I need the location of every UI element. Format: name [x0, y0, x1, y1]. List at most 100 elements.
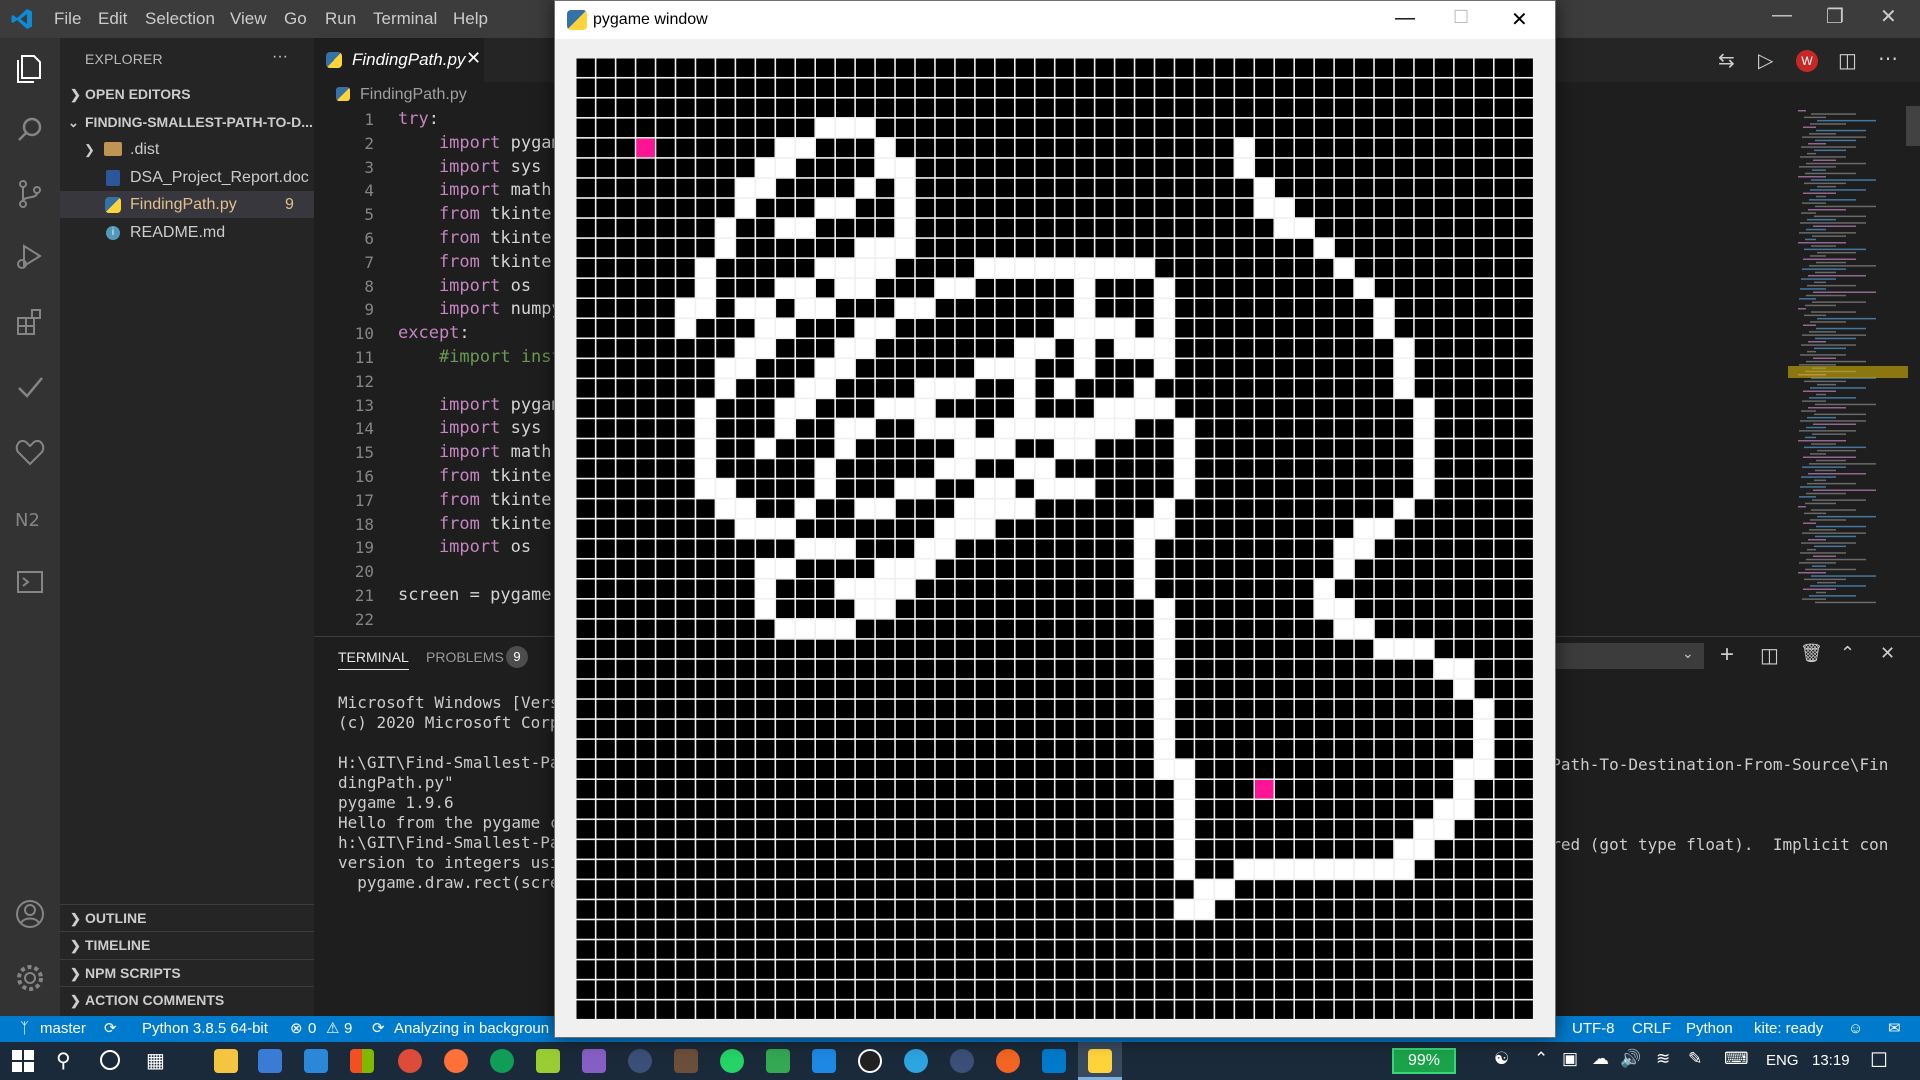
app-icon[interactable]: [812, 1049, 836, 1073]
maximize-icon[interactable]: ☐: [1453, 7, 1469, 28]
mail-icon[interactable]: [304, 1049, 328, 1073]
terminal-output[interactable]: Microsoft Windows [Versi (c) 2020 Microso…: [338, 693, 569, 893]
warning-count[interactable]: 9: [344, 1016, 352, 1042]
close-window-icon[interactable]: ✕: [1880, 4, 1897, 29]
feedback-icon[interactable]: ☺: [1848, 1016, 1863, 1042]
npm-scripts-section[interactable]: ❯ NPM SCRIPTS: [60, 960, 314, 987]
drive-icon[interactable]: [766, 1049, 790, 1073]
menu-run[interactable]: Run: [325, 9, 356, 29]
whatsapp-icon[interactable]: [720, 1049, 744, 1073]
extension-w-icon[interactable]: W: [1796, 50, 1818, 72]
menu-edit[interactable]: Edit: [98, 9, 127, 29]
language-indicator[interactable]: ENG: [1766, 1052, 1799, 1069]
restore-icon[interactable]: ❐: [1826, 4, 1844, 29]
close-window-icon[interactable]: ✕: [1511, 7, 1528, 32]
app-icon[interactable]: [858, 1049, 882, 1073]
app-icon[interactable]: [628, 1049, 652, 1073]
code-area[interactable]: try: import pygam import sys import math…: [398, 108, 562, 632]
account-icon[interactable]: [12, 896, 48, 932]
run-debug-icon[interactable]: [12, 238, 48, 274]
kite-status[interactable]: kite: ready: [1754, 1016, 1823, 1042]
menu-go[interactable]: Go: [284, 9, 307, 29]
pygame-titlebar[interactable]: pygame window — ☐ ✕: [555, 1, 1555, 39]
menu-help[interactable]: Help: [453, 9, 488, 29]
minimap[interactable]: [1788, 106, 1908, 626]
eol-status[interactable]: CRLF: [1632, 1016, 1671, 1042]
onedrive-icon[interactable]: ☁: [1592, 1049, 1609, 1069]
more-actions-icon[interactable]: ⋯: [1878, 46, 1898, 71]
maximize-panel-icon[interactable]: ⌃: [1840, 643, 1855, 664]
clock[interactable]: 13:19: [1812, 1052, 1850, 1069]
n2-icon[interactable]: N2: [12, 500, 48, 536]
app-icon[interactable]: [950, 1049, 974, 1073]
encoding-status[interactable]: UTF-8: [1572, 1016, 1615, 1042]
new-terminal-icon[interactable]: +: [1720, 641, 1734, 669]
more-actions-icon[interactable]: ···: [272, 48, 288, 66]
pygame-taskbar-button[interactable]: [1078, 1042, 1122, 1080]
run-file-icon[interactable]: ▷: [1758, 48, 1773, 73]
telegram-icon[interactable]: [904, 1049, 928, 1073]
checkmark-icon[interactable]: [12, 370, 48, 406]
python-interpreter[interactable]: Python 3.8.5 64-bit: [142, 1016, 268, 1042]
pen-icon[interactable]: ✎: [1688, 1049, 1702, 1069]
terminal-select[interactable]: ⌄: [1554, 643, 1704, 669]
editor-scrollbar[interactable]: [1906, 106, 1920, 146]
visual-studio-icon[interactable]: [582, 1049, 606, 1073]
file-tree-item-report[interactable]: DSA_Project_Report.doc: [60, 164, 314, 191]
battery-indicator[interactable]: 99%: [1392, 1048, 1456, 1074]
minimize-icon[interactable]: —: [1772, 4, 1792, 27]
chevron-up-icon[interactable]: ⌃: [1534, 1049, 1548, 1069]
cortana-icon[interactable]: [100, 1050, 120, 1070]
outline-section[interactable]: ❯ OUTLINE: [60, 905, 314, 932]
keyboard-icon[interactable]: ⌨: [1724, 1049, 1749, 1069]
menu-file[interactable]: File: [54, 9, 81, 29]
explorer-icon[interactable]: [12, 50, 48, 86]
folder-root[interactable]: ⌄ FINDING-SMALLEST-PATH-TO-D...: [60, 109, 314, 136]
settings-gear-icon[interactable]: [12, 960, 48, 996]
tab-terminal[interactable]: TERMINAL: [338, 649, 409, 670]
extensions-icon[interactable]: [12, 304, 48, 340]
source-control-icon[interactable]: [12, 176, 48, 212]
search-icon[interactable]: [12, 112, 48, 148]
menu-terminal[interactable]: Terminal: [373, 9, 437, 29]
action-comments-section[interactable]: ❯ ACTION COMMENTS: [60, 987, 314, 1014]
error-count[interactable]: 0: [308, 1016, 316, 1042]
sync-icon[interactable]: ⟳: [104, 1016, 117, 1042]
pygame-window[interactable]: pygame window — ☐ ✕: [554, 0, 1556, 1038]
trash-icon[interactable]: 🗑: [1800, 643, 1823, 664]
vscode-taskbar-icon[interactable]: [1042, 1049, 1066, 1073]
tab-findingpath[interactable]: FindingPath.py ✕: [314, 38, 484, 82]
heart-icon[interactable]: [12, 434, 48, 470]
menu-view[interactable]: View: [230, 9, 267, 29]
file-explorer-icon[interactable]: [214, 1049, 238, 1073]
office-icon[interactable]: [350, 1049, 374, 1073]
volume-icon[interactable]: 🔊: [1620, 1049, 1641, 1069]
store-icon[interactable]: [258, 1049, 282, 1073]
postman-icon[interactable]: [996, 1049, 1020, 1073]
wifi-icon[interactable]: ≋: [1656, 1049, 1670, 1069]
people-icon[interactable]: ☯: [1494, 1049, 1509, 1069]
notifications-bell-icon[interactable]: ✉: [1888, 1016, 1901, 1042]
tray-app-icon[interactable]: ▣: [1562, 1049, 1578, 1069]
timeline-section[interactable]: ❯ TIMELINE: [60, 932, 314, 959]
split-editor-icon[interactable]: ◫: [1838, 48, 1857, 73]
file-tree-item-findingpath[interactable]: FindingPath.py 9: [60, 191, 314, 218]
windows-start-icon[interactable]: [12, 1050, 34, 1072]
breadcrumb-file[interactable]: FindingPath.py: [360, 86, 467, 104]
language-status[interactable]: Python: [1686, 1016, 1733, 1042]
minimize-icon[interactable]: —: [1395, 7, 1415, 30]
compare-changes-icon[interactable]: ⇆: [1718, 48, 1735, 73]
close-panel-icon[interactable]: ✕: [1880, 643, 1895, 664]
edge-icon[interactable]: [490, 1049, 514, 1073]
branch-status[interactable]: master: [40, 1016, 86, 1042]
search-icon[interactable]: ⚲: [56, 1048, 71, 1073]
chrome-icon[interactable]: [398, 1049, 422, 1073]
close-tab-icon[interactable]: ✕: [466, 48, 481, 69]
notification-center-icon[interactable]: ☐: [1870, 1048, 1888, 1073]
firefox-icon[interactable]: [444, 1049, 468, 1073]
pycharm-icon[interactable]: [536, 1049, 560, 1073]
terminal-view-icon[interactable]: [12, 564, 48, 600]
file-tree-item-dist[interactable]: ❯ .dist: [60, 136, 314, 163]
split-terminal-icon[interactable]: ◫: [1760, 643, 1779, 668]
game-icon[interactable]: [674, 1049, 698, 1073]
